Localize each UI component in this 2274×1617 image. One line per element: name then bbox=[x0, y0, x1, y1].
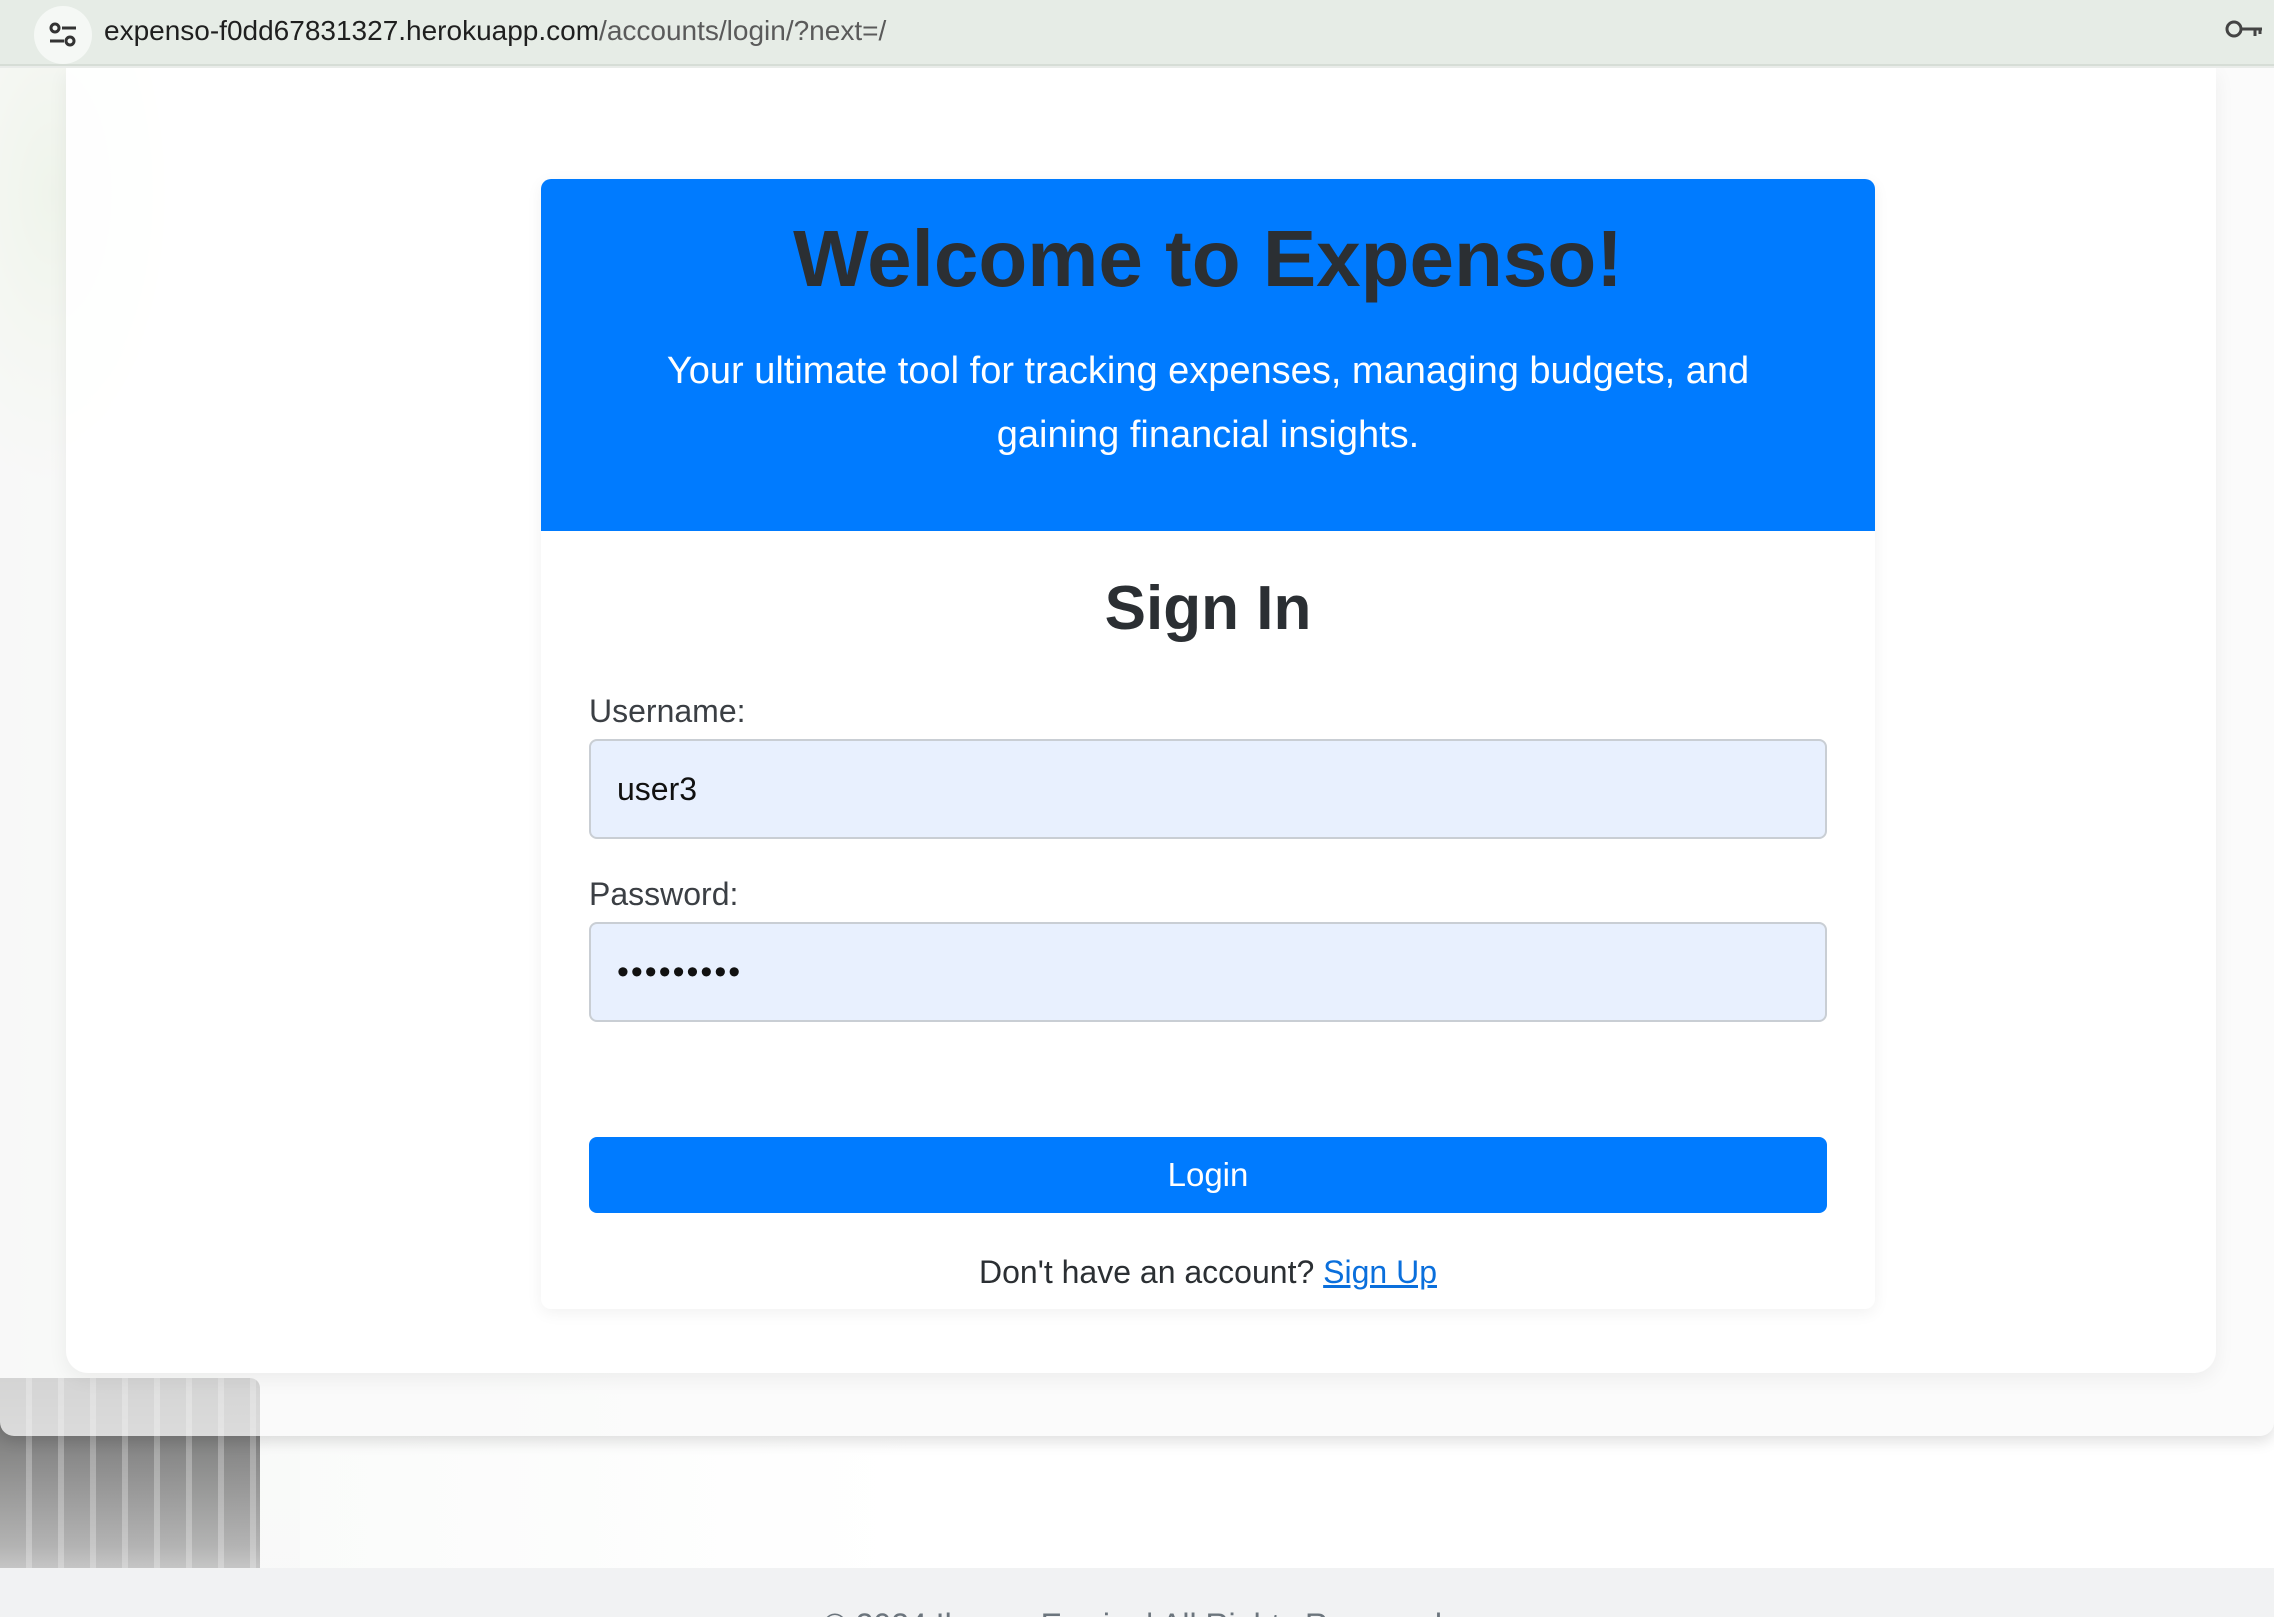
browser-address-bar: expenso-f0dd67831327.herokuapp.com/accou… bbox=[0, 0, 2274, 66]
welcome-banner: Welcome to Expenso! Your ultimate tool f… bbox=[541, 179, 1875, 531]
tune-icon bbox=[49, 22, 76, 47]
username-input[interactable]: user3 bbox=[589, 739, 1827, 839]
page-body: Welcome to Expenso! Your ultimate tool f… bbox=[0, 68, 2274, 1617]
signin-heading: Sign In bbox=[1104, 574, 1312, 643]
url-path: /accounts/login/?next=/ bbox=[599, 15, 887, 46]
url-field[interactable]: expenso-f0dd67831327.herokuapp.com/accou… bbox=[104, 14, 886, 48]
site-info-button[interactable] bbox=[34, 6, 92, 64]
login-button[interactable]: Login bbox=[589, 1137, 1827, 1213]
footer: © 2024 Ikenna Egwim | All Rights Reserve… bbox=[0, 1568, 2274, 1617]
username-label: Username: bbox=[589, 693, 746, 729]
footer-copyright: © 2024 Ikenna Egwim | All Rights Reserve… bbox=[0, 1604, 2274, 1617]
outer-container: Welcome to Expenso! Your ultimate tool f… bbox=[0, 68, 2274, 1436]
signup-link[interactable]: Sign Up bbox=[1323, 1254, 1437, 1290]
key-icon[interactable] bbox=[2224, 14, 2264, 44]
welcome-title: Welcome to Expenso! bbox=[793, 214, 1623, 303]
url-host: expenso-f0dd67831327.herokuapp.com bbox=[104, 15, 600, 46]
welcome-tagline: Your ultimate tool for tracking expenses… bbox=[666, 350, 1750, 456]
inner-container: Welcome to Expenso! Your ultimate tool f… bbox=[66, 68, 2216, 1373]
signup-prompt-text: Don't have an account? bbox=[979, 1254, 1315, 1290]
login-card: Welcome to Expenso! Your ultimate tool f… bbox=[541, 179, 1875, 1309]
signup-prompt: Don't have an account? Sign Up bbox=[541, 1250, 1875, 1294]
password-label: Password: bbox=[589, 876, 739, 912]
password-input[interactable]: ••••••••• bbox=[589, 922, 1827, 1022]
